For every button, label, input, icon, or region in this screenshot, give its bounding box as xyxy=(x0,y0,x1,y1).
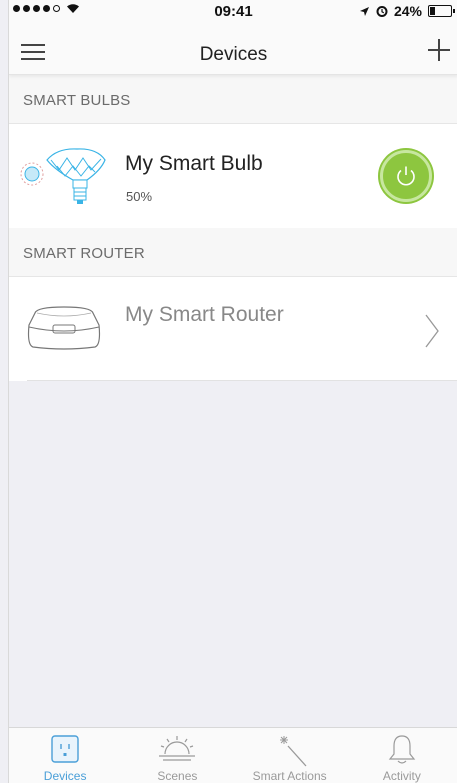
status-bar: 09:41 24% xyxy=(9,0,457,22)
status-right: 24% xyxy=(359,3,455,19)
brightness-value: 50% xyxy=(126,189,153,204)
list-item-smart-bulb[interactable]: My Smart Bulb 50% xyxy=(9,123,457,228)
location-arrow-icon xyxy=(359,6,369,16)
list-item-smart-router[interactable]: My Smart Router xyxy=(9,276,457,381)
app-screen: 09:41 24% Devices SMART BULBS My Smart B… xyxy=(8,0,457,783)
page-title: Devices xyxy=(199,44,268,65)
tab-bar: Devices Scenes Smart Actions Activity xyxy=(9,727,457,783)
battery-fill xyxy=(430,7,435,15)
tab-devices[interactable]: Devices xyxy=(9,728,121,783)
power-icon xyxy=(397,166,415,186)
tab-scenes[interactable]: Scenes xyxy=(121,728,233,783)
tab-label: Scenes xyxy=(157,769,198,783)
smart-bulb-icon xyxy=(20,148,106,204)
battery-icon xyxy=(428,5,455,17)
tab-label: Devices xyxy=(43,769,87,783)
row-divider xyxy=(27,380,457,381)
router-icon xyxy=(27,306,101,350)
chevron-right-icon[interactable] xyxy=(424,313,440,349)
tab-label: Activity xyxy=(382,769,421,783)
magic-wand-icon xyxy=(279,736,307,767)
alarm-icon xyxy=(376,6,388,17)
power-button[interactable] xyxy=(380,150,432,202)
tab-smart-actions[interactable]: Smart Actions xyxy=(234,728,346,783)
device-name: My Smart Router xyxy=(125,303,284,326)
outlet-icon xyxy=(51,735,79,763)
tab-activity[interactable]: Activity xyxy=(346,728,457,783)
section-header-smart-bulbs: SMART BULBS xyxy=(9,75,457,123)
battery-percent: 24% xyxy=(393,3,422,19)
plus-icon[interactable] xyxy=(428,39,450,61)
bell-icon xyxy=(388,735,416,764)
tab-label: Smart Actions xyxy=(252,769,327,783)
section-header-smart-router: SMART ROUTER xyxy=(9,228,457,276)
nav-bar: Devices xyxy=(9,22,457,75)
device-name: My Smart Bulb xyxy=(125,152,263,175)
sunrise-icon xyxy=(159,736,196,761)
